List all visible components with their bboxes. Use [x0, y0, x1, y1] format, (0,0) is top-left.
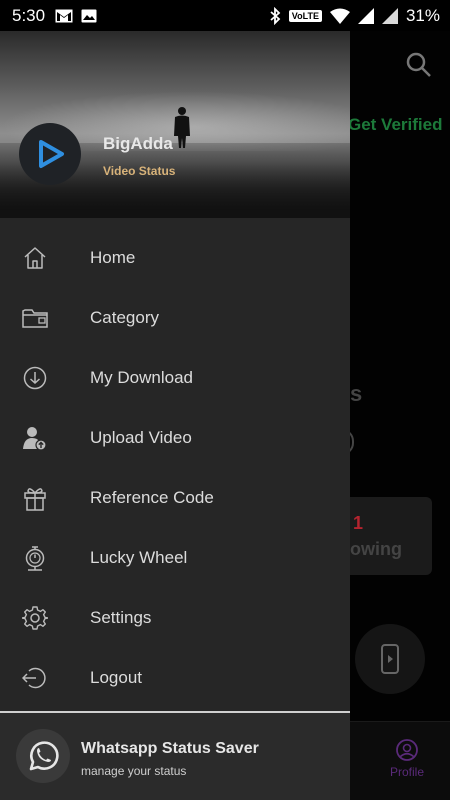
whatsapp-status-saver[interactable]: Whatsapp Status Saver manage your status — [0, 711, 350, 800]
stopwatch-icon — [22, 545, 48, 571]
menu-item-logout[interactable]: Logout — [0, 648, 350, 708]
menu-label-reference-code: Reference Code — [90, 488, 214, 507]
drawer-menu: Home Category My Download Upload Video R… — [0, 218, 350, 708]
phone-fab-button[interactable] — [355, 624, 425, 694]
status-bar: 5:30 VoLTE 31% — [0, 0, 450, 31]
menu-label-upload-video: Upload Video — [90, 428, 192, 447]
user-upload-icon — [22, 425, 48, 451]
menu-label-settings: Settings — [90, 608, 152, 627]
following-count: 1 — [353, 513, 364, 533]
whatsapp-icon — [16, 729, 70, 783]
stat-card[interactable] — [340, 497, 432, 575]
gear-icon — [22, 605, 48, 631]
menu-label-category: Category — [90, 308, 159, 327]
whatsapp-saver-title: Whatsapp Status Saver — [81, 740, 259, 757]
menu-item-my-download[interactable]: My Download — [0, 348, 350, 408]
battery-level: 31% — [405, 5, 440, 25]
signal-icon-2 — [381, 7, 398, 24]
silhouette-figure — [174, 107, 190, 148]
menu-item-reference-code[interactable]: Reference Code — [0, 468, 350, 528]
drawer-header: BigAdda Video Status — [0, 31, 350, 218]
menu-label-home: Home — [90, 248, 136, 267]
menu-item-home[interactable]: Home — [0, 228, 350, 288]
gmail-icon — [55, 9, 73, 22]
menu-label-lucky-wheel: Lucky Wheel — [90, 548, 188, 567]
menu-item-lucky-wheel[interactable]: Lucky Wheel — [0, 528, 350, 588]
following-label: owing — [350, 539, 402, 559]
image-icon — [81, 9, 97, 22]
download-icon — [22, 365, 48, 391]
signal-icon — [357, 7, 374, 24]
app-subtitle: Video Status — [103, 164, 176, 178]
app-name: BigAdda — [103, 134, 173, 153]
volte-badge: VoLTE — [288, 9, 322, 22]
status-time: 5:30 — [12, 5, 46, 25]
app-logo — [19, 123, 81, 185]
bluetooth-icon — [270, 6, 281, 25]
wifi-icon — [329, 8, 350, 24]
menu-label-logout: Logout — [90, 668, 142, 687]
partial-heading: s — [350, 381, 363, 406]
menu-label-my-download: My Download — [90, 368, 193, 387]
folder-icon — [22, 305, 48, 331]
nav-profile-label: Profile — [389, 765, 424, 779]
home-icon — [22, 245, 48, 271]
profile-icon — [396, 739, 418, 761]
phone-video-icon — [381, 644, 399, 674]
logout-icon — [22, 665, 48, 691]
play-logo-icon — [39, 140, 64, 168]
nav-profile[interactable]: Profile — [385, 738, 429, 779]
menu-item-category[interactable]: Category — [0, 288, 350, 348]
get-verified-link[interactable]: Get Verified — [348, 115, 442, 135]
gift-icon — [22, 485, 48, 511]
menu-item-settings[interactable]: Settings — [0, 588, 350, 648]
menu-item-upload-video[interactable]: Upload Video — [0, 408, 350, 468]
search-icon[interactable] — [405, 51, 433, 84]
navigation-drawer: BigAdda Video Status Home Category My Do… — [0, 31, 350, 800]
whatsapp-saver-subtitle: manage your status — [81, 764, 187, 778]
